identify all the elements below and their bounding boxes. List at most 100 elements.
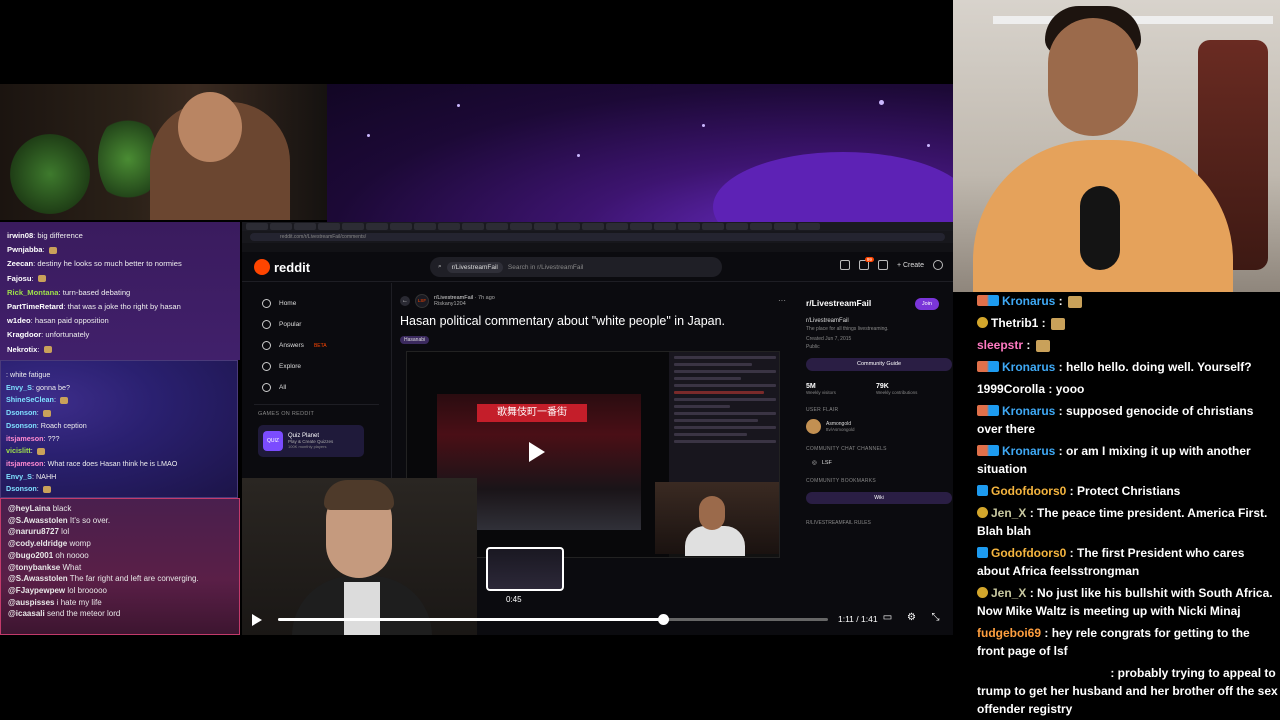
progress-knob[interactable] <box>658 614 669 625</box>
video-player-controls: 1:11 / 1:41 ▭ ⚙ ⤡ ◖ <box>242 606 975 635</box>
neon-sign: 歌舞伎町一番街 <box>477 404 587 422</box>
chat-username[interactable]: irwin08 <box>7 231 33 240</box>
play-icon[interactable] <box>529 442 545 462</box>
nav-item-all[interactable]: All <box>242 377 391 398</box>
browser-tab-strip[interactable] <box>242 222 953 231</box>
emote-icon <box>1035 339 1050 352</box>
chat-username[interactable]: Kronarus <box>1002 444 1055 458</box>
chat-username[interactable]: Jen_X <box>991 586 1026 600</box>
chat-username[interactable]: Dsonson <box>6 421 37 430</box>
nav-label: Explore <box>279 363 302 370</box>
nav-item-popular[interactable]: Popular <box>242 314 391 335</box>
nav-item-explore[interactable]: Explore <box>242 356 391 377</box>
emote-icon <box>1068 295 1083 308</box>
inbox-icon[interactable] <box>877 260 888 270</box>
chat-username[interactable]: Envy_S <box>6 472 32 481</box>
emote-icon <box>48 246 57 254</box>
sidebar-description: The place for all things livestreaming. <box>806 326 889 332</box>
chat-username[interactable]: Nekrotix <box>7 345 37 354</box>
chat-username[interactable]: @S.Awasstolen <box>8 516 68 525</box>
user-badge-icon <box>977 361 999 372</box>
captions-icon[interactable]: ▭ <box>882 612 893 623</box>
user-flair[interactable]: Asmongold ttv/Asmongold <box>806 419 945 434</box>
ads-icon[interactable] <box>839 260 850 270</box>
url-text[interactable]: reddit.com/r/LivestreamFail/comments/ <box>250 233 945 241</box>
chat-username[interactable]: @S.Awasstolen <box>8 574 68 583</box>
chat-username[interactable]: @auspisses <box>8 598 55 607</box>
chat-username[interactable]: Jen_X <box>991 506 1026 520</box>
chat-message: @S.Awasstolen It's so over. <box>8 515 239 527</box>
chat-username[interactable]: Kragdoor <box>7 330 41 339</box>
chat-username[interactable]: @naruru8727 <box>8 527 59 536</box>
post-meta: ← LSF r/LivestreamFail · 7h ago Riskany1… <box>400 294 495 308</box>
quiz-players: 100K monthly players <box>288 444 327 449</box>
chat-username[interactable]: itsjameson <box>6 459 44 468</box>
more-options-icon[interactable]: ··· <box>778 296 786 305</box>
search-input[interactable]: ⌕ r/LivestreamFail Search in r/Livestrea… <box>430 257 722 277</box>
chat-username[interactable]: Envy_S <box>6 383 32 392</box>
chat-username[interactable]: Godofdoors0 <box>991 546 1066 560</box>
address-bar[interactable]: reddit.com/r/LivestreamFail/comments/ <box>242 231 953 243</box>
chat-username[interactable]: Dsonson <box>6 408 37 417</box>
join-button[interactable]: Join <box>914 298 939 310</box>
chat-username[interactable]: Kronarus <box>1002 294 1055 308</box>
chat-message: @cody.eldridge womp <box>8 538 239 550</box>
post-author[interactable]: Riskany1204 <box>434 301 495 307</box>
chat-username[interactable]: Thetrib1 <box>991 316 1038 330</box>
chat-username[interactable]: Pwnjabba <box>7 245 42 254</box>
search-community-chip[interactable]: r/LivestreamFail <box>446 261 503 273</box>
back-arrow-icon[interactable]: ← <box>400 296 410 306</box>
chat-username[interactable]: Fajosu <box>7 274 31 283</box>
create-button[interactable]: + Create <box>897 262 924 269</box>
chat-message: Rick_Montana: turn-based debating <box>7 287 131 297</box>
settings-gear-icon[interactable]: ⚙ <box>906 612 917 623</box>
chat-message: Jen_X : No just like his bullshit with S… <box>977 586 1273 618</box>
bell-icon[interactable] <box>933 260 943 270</box>
nav-item-answers[interactable]: Answers BETA <box>242 335 391 356</box>
chat-username[interactable]: itsjameson <box>6 434 44 443</box>
chat-username[interactable]: fudgeboi69 <box>977 626 1041 640</box>
chat-message: @icaasali send the meteor lord <box>8 608 239 620</box>
play-button[interactable] <box>252 614 262 626</box>
chat-text: black <box>52 504 72 513</box>
chat-username[interactable]: 1999Corolla <box>977 382 1045 396</box>
community-guide-button[interactable]: Community Guide <box>806 358 952 371</box>
chat-username[interactable]: sleepstr <box>977 338 1023 352</box>
chat-username[interactable]: @bugo2001 <box>8 551 53 560</box>
stream-layout: reddit.com/r/LivestreamFail/comments/ re… <box>0 0 1280 720</box>
chat-username[interactable]: Zeecan <box>7 259 33 268</box>
chat-message: Kronarus : hello hello. doing well. Your… <box>977 358 1280 376</box>
user-badge-icon <box>977 445 999 456</box>
chat-username[interactable]: vicislitt <box>6 446 31 455</box>
chat-text: probably trying to appeal to trump to ge… <box>977 666 1278 716</box>
subreddit-icon[interactable]: LSF <box>415 294 429 308</box>
scrub-time: 0:45 <box>506 595 522 604</box>
minimize-icon[interactable]: ⤡ <box>930 612 941 623</box>
chat-channel-lsf[interactable]: ◎ LSF <box>806 460 945 466</box>
chat-username[interactable]: w1deo <box>7 316 31 325</box>
chat-username[interactable]: @tonybankse <box>8 563 60 572</box>
chat-username[interactable]: ShineSeClean <box>6 395 54 404</box>
chat-icon[interactable]: 99 <box>858 257 874 270</box>
sidebar-name: r/LivestreamFail <box>806 318 849 324</box>
games-heading[interactable]: GAMES ON REDDIT <box>242 411 391 417</box>
chat-username[interactable]: PartTimeRetard <box>7 302 63 311</box>
wiki-button[interactable]: Wiki <box>806 492 952 504</box>
post-flair[interactable]: Hasanabi <box>400 336 430 344</box>
quiz-planet-card[interactable]: QUIZ Quiz Planet Play & Create Quizzes 1… <box>258 425 364 457</box>
chat-username[interactable]: Kronarus <box>1002 360 1055 374</box>
reddit-wordmark: reddit <box>274 259 311 275</box>
reddit-logo[interactable]: reddit <box>254 259 310 275</box>
chat-username[interactable]: @FJaypewpew <box>8 586 65 595</box>
chat-username[interactable]: Rick_Montana <box>7 288 58 297</box>
chat-message: Envy_S: NAHH <box>6 471 57 481</box>
nav-item-home[interactable]: Home <box>242 293 391 314</box>
chat-username[interactable]: Dsonson <box>6 484 37 493</box>
chat-username[interactable]: Godofdoors0 <box>991 484 1066 498</box>
progress-bar[interactable] <box>278 614 828 625</box>
chat-username[interactable]: @heyLaina <box>8 504 50 513</box>
chat-message: PartTimeRetard: that was a joke tho righ… <box>7 302 181 312</box>
chat-username[interactable]: @cody.eldridge <box>8 539 67 548</box>
chat-username[interactable]: @icaasali <box>8 609 45 618</box>
chat-username[interactable]: Kronarus <box>1002 404 1055 418</box>
